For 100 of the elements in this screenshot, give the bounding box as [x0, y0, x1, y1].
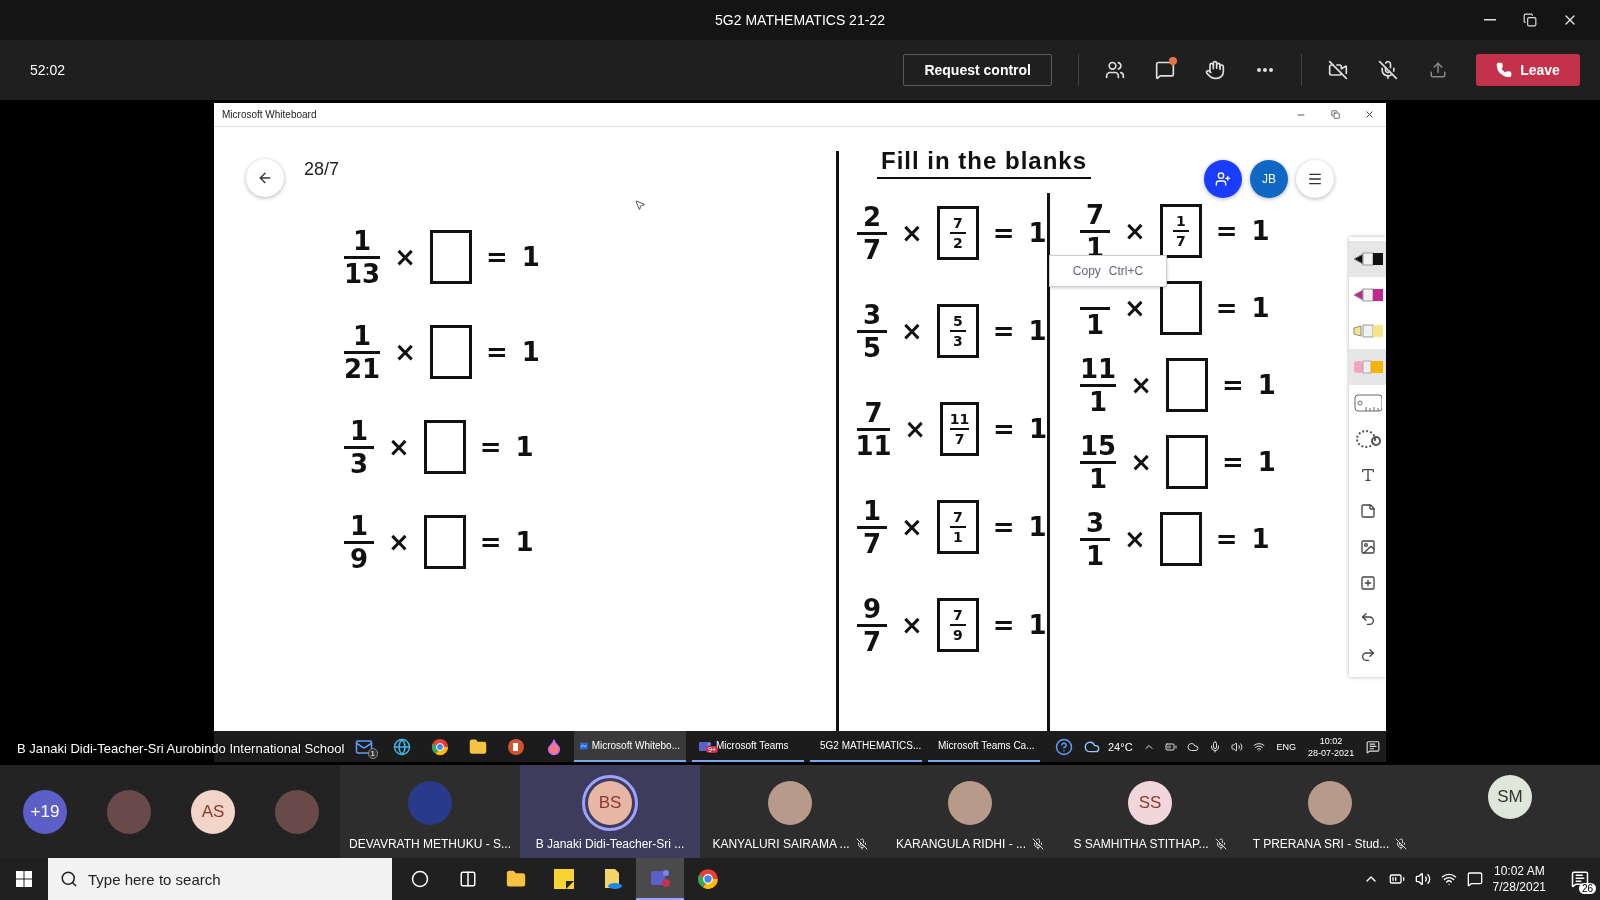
fraction-numerator: 7 — [952, 216, 963, 230]
notification-button[interactable]: 26 — [1560, 858, 1600, 900]
answer-box — [430, 325, 472, 379]
fraction-denominator: 7 — [1175, 234, 1186, 248]
equals-sign: = — [992, 512, 1015, 542]
user-avatar[interactable]: JB — [1250, 160, 1288, 198]
times-sign: × — [1130, 370, 1152, 400]
add-person-icon — [1215, 171, 1231, 187]
taskbar-app-button[interactable]: Microsoft Whitebo... — [574, 731, 686, 762]
equals-sign: = — [992, 610, 1015, 640]
participant-name: KARANGULA RIDHI - ... — [896, 837, 1026, 851]
undo-icon — [1359, 611, 1376, 627]
fraction-denominator: 1 — [1085, 311, 1105, 338]
request-control-button[interactable]: Request control — [903, 54, 1052, 86]
back-button[interactable] — [246, 159, 284, 197]
equals-sign: = — [1222, 370, 1244, 400]
restore-icon — [1330, 110, 1340, 119]
equals-sign: = — [992, 218, 1015, 248]
equals-sign: = — [479, 527, 502, 557]
fraction-numerator: 1 — [349, 512, 369, 539]
fraction-numerator: 11 — [949, 412, 970, 426]
more-icon — [1257, 68, 1273, 72]
fraction-numerator: 3 — [862, 301, 882, 328]
fraction-numerator: 7 — [864, 399, 883, 426]
result-number: 1 — [1251, 216, 1270, 246]
clock-date: 28-07-2021 — [1308, 746, 1355, 759]
droplet-icon — [545, 737, 563, 756]
answer-box — [430, 230, 472, 284]
fraction-numerator: 1 — [353, 322, 372, 349]
camera-off-icon — [1328, 60, 1348, 80]
fraction-numerator: 1 — [349, 417, 369, 444]
fraction-denominator: 7 — [862, 628, 882, 655]
fraction-numerator: 11 — [1080, 355, 1117, 382]
weather-temperature: 24°C — [1108, 740, 1133, 753]
times-sign: × — [901, 316, 923, 346]
speaker-icon — [1414, 871, 1431, 887]
task-view-icon — [459, 870, 477, 888]
fraction-numerator: 2 — [862, 203, 882, 230]
fraction-numerator: 15 — [1080, 432, 1117, 459]
fraction-numerator: 5 — [952, 314, 963, 328]
menu-button[interactable] — [1296, 160, 1334, 198]
hand-icon — [1205, 60, 1225, 80]
fraction-denominator: 11 — [855, 432, 892, 459]
chrome-icon — [697, 868, 719, 890]
notification-count: 26 — [1578, 883, 1596, 894]
result-number: 1 — [1028, 218, 1047, 248]
microphone-icon — [1208, 740, 1221, 753]
overflow-count[interactable]: +19 — [23, 789, 67, 834]
count-badge: 1 — [367, 748, 378, 759]
taskbar-app-button[interactable]: 5G2 MATHEMATICS... — [810, 731, 922, 762]
people-icon — [1105, 60, 1125, 80]
share-icon — [1429, 61, 1447, 79]
times-sign: × — [1124, 216, 1146, 246]
initials-avatar: SM — [1488, 775, 1532, 819]
battery-icon — [1388, 871, 1405, 887]
times-sign: × — [388, 432, 410, 462]
times-sign: × — [388, 527, 410, 557]
result-number: 1 — [1028, 610, 1047, 640]
times-sign: × — [394, 242, 416, 272]
result-number: 1 — [521, 242, 540, 272]
fraction-numerator: 7 — [952, 608, 963, 622]
result-number: 1 — [1257, 447, 1276, 477]
fraction-denominator: 3 — [349, 450, 369, 477]
wifi-icon — [1252, 740, 1265, 753]
minimize-icon — [1484, 19, 1496, 21]
result-number: 1 — [1028, 414, 1047, 444]
answer-box — [1159, 512, 1202, 566]
invite-button[interactable] — [1204, 160, 1242, 198]
shortcut-label: Ctrl+C — [1108, 264, 1144, 278]
search-icon — [60, 870, 78, 888]
fraction-denominator: 7 — [862, 530, 882, 557]
result-number: 1 — [515, 527, 534, 557]
times-sign: × — [1130, 447, 1152, 477]
equals-sign: = — [993, 414, 1015, 444]
context-menu[interactable]: Copy Ctrl+C — [1049, 255, 1167, 287]
language-indicator: ENG — [1276, 740, 1297, 753]
tool-button[interactable] — [1349, 241, 1386, 277]
fraction-numerator: 1 — [353, 227, 372, 254]
fraction-denominator: 9 — [349, 545, 369, 572]
app-window-title: Microsoft Whiteboard — [222, 109, 317, 120]
window-title: 5G2 MATHEMATICS 21-22 — [715, 12, 885, 28]
participant-name: T PRERANA SRI - Stud... — [1252, 837, 1390, 851]
initials-avatar: SS — [1128, 781, 1172, 825]
equals-sign: = — [1215, 216, 1238, 246]
fraction-denominator: 1 — [1089, 388, 1108, 415]
times-sign: × — [901, 610, 923, 640]
times-sign: × — [901, 218, 923, 248]
clock-date: 7/28/2021 — [1492, 879, 1546, 895]
folder-icon — [469, 737, 487, 756]
menu-item-label: Copy — [1072, 264, 1101, 278]
sticky-note-icon — [553, 868, 575, 890]
taskbar-app-button[interactable]: Microsoft Teams Ca... — [928, 731, 1040, 762]
fraction-denominator: 1 — [1085, 542, 1105, 569]
participant-name: B Janaki Didi-Teacher-Sri ... — [535, 837, 685, 851]
cloud-icon — [1186, 740, 1199, 753]
fraction-denominator: 2 — [952, 236, 963, 250]
fraction-denominator: 9 — [952, 628, 963, 642]
leave-button[interactable]: Leave — [1476, 54, 1580, 86]
chrome-icon — [431, 737, 449, 756]
search-field[interactable]: Type here to search — [48, 858, 392, 900]
